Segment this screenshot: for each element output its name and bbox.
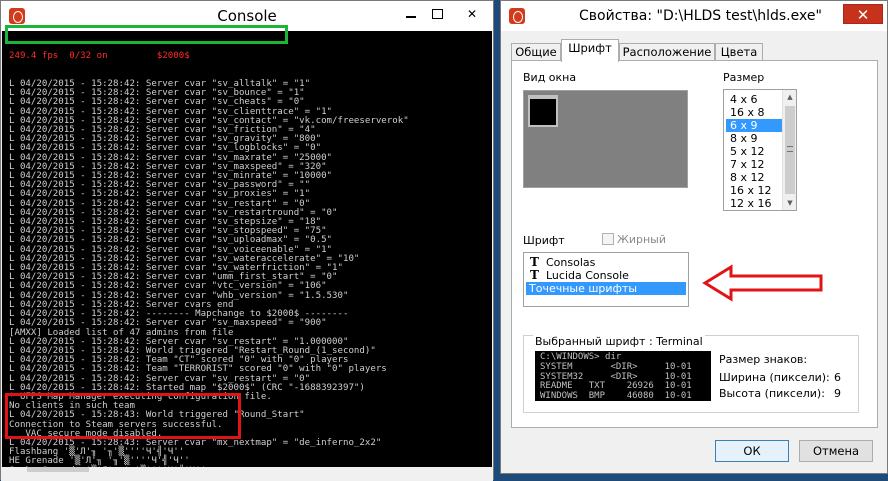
font-option[interactable]: Точечные шрифты	[526, 282, 686, 295]
bold-checkbox[interactable]	[602, 233, 614, 245]
red-arrow-annotation	[701, 263, 827, 303]
size-option[interactable]: 8 x 9	[726, 132, 784, 145]
size-listbox[interactable]: 4 x 616 x 86 x 98 x 95 x 127 x 128 x 121…	[723, 89, 797, 211]
font-listbox[interactable]: TConsolasT Lucida ConsoleТочечные шрифты	[523, 252, 689, 307]
size-list-scrollbar[interactable]: ▲ ▼	[782, 90, 796, 210]
size-option[interactable]: 16 x 12	[726, 184, 784, 197]
dialog-title: Свойства: "D:\HLDS test\hlds.exe"	[579, 8, 822, 24]
selected-font-label: Выбранный шрифт : Terminal	[533, 335, 705, 348]
console-window: Console ✕ 249.4 fps 0/32 on $2000$ L 04/…	[0, 0, 494, 480]
size-option[interactable]: 5 x 12	[726, 145, 784, 158]
preview-console-window	[528, 95, 558, 127]
maximize-icon[interactable]	[425, 5, 449, 23]
scroll-down-icon[interactable]: ▼	[783, 196, 797, 210]
scrollbar-thumb[interactable]	[27, 467, 89, 472]
tab-colors[interactable]: Цвета	[715, 43, 763, 61]
font-option[interactable]: TConsolas	[526, 256, 686, 269]
hlds-app-icon	[509, 8, 525, 24]
height-value: 9	[821, 387, 841, 400]
tab-layout[interactable]: Расположение	[619, 43, 715, 61]
font-option[interactable]: T Lucida Console	[526, 269, 686, 282]
cancel-button[interactable]: Отмена	[799, 440, 873, 462]
size-label: Размер	[723, 71, 764, 84]
width-label: Ширина (пиксели):	[719, 371, 830, 384]
scroll-up-icon[interactable]: ▲	[783, 90, 797, 104]
font-option-label: Точечные шрифты	[529, 282, 637, 295]
tab-general[interactable]: Общие	[511, 43, 561, 61]
ok-button[interactable]: ОК	[715, 440, 789, 462]
font-sample-preview: C:\WINDOWS> dirSYSTEM <DIR> 10-01SYSTEM3…	[535, 351, 711, 401]
sample-line: WINDOWS BMP 46080 10-01	[540, 392, 692, 402]
bold-label: Жирный	[617, 233, 666, 246]
font-sample-text: C:\WINDOWS> dirSYSTEM <DIR> 10-01SYSTEM3…	[540, 353, 692, 402]
size-option[interactable]: 7 x 12	[726, 158, 784, 171]
font-option-label: Consolas	[546, 256, 595, 269]
green-highlight-box	[5, 25, 288, 44]
truetype-font-icon: T	[530, 269, 539, 282]
tab-font[interactable]: Шрифт	[561, 39, 619, 62]
height-label: Высота (пиксели):	[719, 387, 825, 400]
size-option[interactable]: 6 x 9	[726, 119, 784, 132]
dialog-close-button[interactable]: ✕	[843, 4, 883, 24]
close-icon[interactable]: ✕	[453, 5, 491, 23]
width-value: 6	[821, 371, 841, 384]
scroll-grip-icon	[787, 146, 793, 152]
font-label: Шрифт	[523, 234, 565, 247]
minimize-icon[interactable]	[399, 5, 423, 23]
font-option-label: Lucida Console	[546, 269, 629, 282]
red-highlight-box	[5, 393, 241, 439]
size-option[interactable]: 16 x 8	[726, 106, 784, 119]
window-view-label: Вид окна	[523, 71, 576, 84]
dialog-titlebar[interactable]: Свойства: "D:\HLDS test\hlds.exe" ✕	[501, 1, 887, 31]
char-size-label: Размер знаков:	[719, 353, 807, 366]
size-option[interactable]: 8 x 12	[726, 171, 784, 184]
size-option[interactable]: 12 x 16	[726, 197, 784, 210]
size-option[interactable]: 4 x 6	[726, 93, 784, 106]
window-preview	[523, 90, 688, 188]
properties-dialog: Свойства: "D:\HLDS test\hlds.exe" ✕ Общи…	[500, 0, 888, 474]
hud-line: 249.4 fps 0/32 on $2000$	[9, 52, 409, 61]
